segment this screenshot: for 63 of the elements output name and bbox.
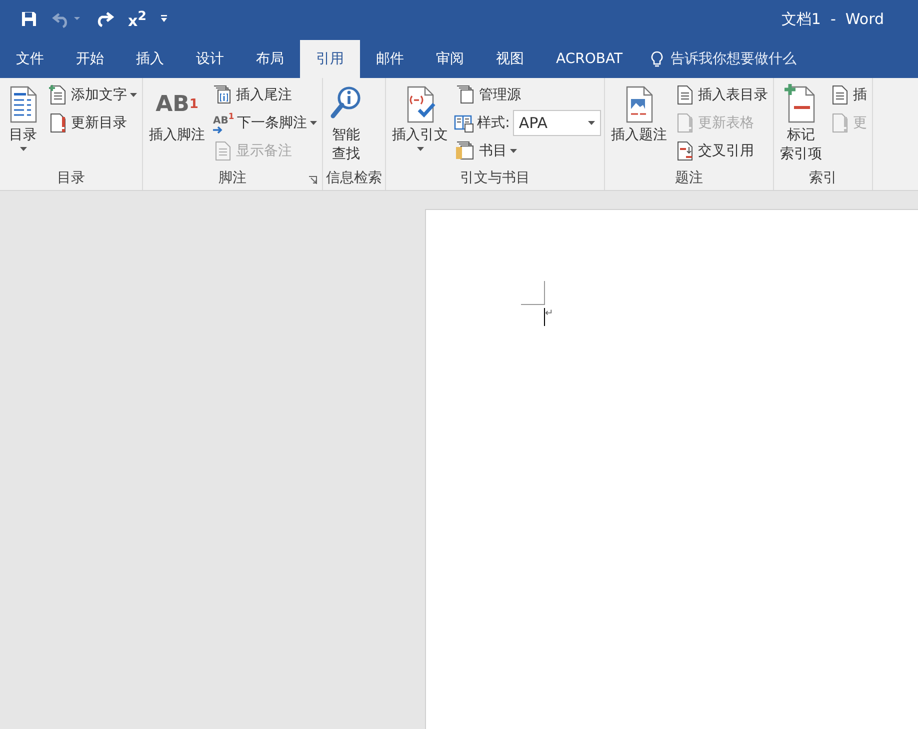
ribbon-tab[interactable]: 视图 [480, 40, 540, 78]
ribbon-button[interactable]: 更新目录 [46, 110, 139, 136]
ribbon-tab[interactable]: 邮件 [360, 40, 420, 78]
ribbon-button[interactable]: 插入尾注 [211, 82, 320, 108]
ribbon-button[interactable]: 插入表目录 [672, 82, 770, 108]
window-title: 文档1 - Word [781, 10, 884, 28]
caret-icon [20, 147, 26, 151]
ribbon-tab[interactable]: 审阅 [420, 40, 480, 78]
ribbon-tab[interactable]: 文件 [0, 40, 60, 78]
document-icon [674, 141, 695, 161]
style-label: 样式: [477, 114, 510, 132]
ribbon-button[interactable]: 管理源 [454, 82, 601, 108]
document-icon [830, 85, 850, 105]
ribbon-button[interactable]: 目录 [3, 82, 43, 153]
ribbon-button[interactable]: 插入题注 [608, 82, 670, 147]
tell-me-field[interactable]: 告诉我你想要做什么 [668, 50, 842, 68]
document-icon [48, 85, 68, 105]
style-dropdown[interactable]: APA [512, 110, 601, 136]
ribbon-button[interactable]: 插入引文 [389, 82, 452, 153]
ribbon-button[interactable]: 交叉引用 [672, 138, 770, 164]
lightbulb-icon [650, 50, 662, 68]
document-icon [456, 85, 476, 105]
customize-icon[interactable] [160, 15, 168, 23]
book-icon [454, 113, 474, 133]
footnote-icon: AB$^{1}$ [156, 84, 198, 124]
ribbon-button[interactable]: 书目 [454, 138, 601, 164]
document-icon [830, 113, 850, 133]
caret-icon [588, 121, 595, 125]
ribbon-button[interactable]: AB$^{1}$ 下一条脚注 [211, 110, 320, 136]
caret-icon [130, 93, 137, 97]
ribbon-tab[interactable]: 开始 [60, 40, 120, 78]
ribbon-tab[interactable]: 引用 [300, 40, 360, 78]
document-icon [48, 113, 68, 133]
group-label: 目录 [57, 169, 85, 187]
dialog-launcher-icon[interactable] [309, 176, 318, 184]
text-cursor [544, 308, 545, 326]
group-label: 脚注 [218, 169, 247, 187]
document-icon [674, 113, 695, 133]
save-icon[interactable] [20, 10, 38, 28]
document-icon [674, 85, 695, 105]
ribbon-button[interactable]: 插 [828, 82, 869, 108]
caret-icon [510, 149, 518, 153]
superscript-button[interactable]: x$^{2}$ [128, 8, 146, 30]
ribbon-tab[interactable]: 插入 [120, 40, 180, 78]
ribbon-button[interactable]: 标记 索引项 [776, 82, 825, 166]
caret-icon [416, 147, 424, 151]
document-icon [456, 141, 476, 161]
ribbon-tab[interactable]: ACROBAT [540, 40, 638, 78]
ribbon-button[interactable]: 智能 查找 [326, 82, 366, 166]
ribbon-button[interactable]: 添加文字 [46, 82, 139, 108]
group-label: 引文与书目 [460, 169, 530, 187]
ribbon-tab[interactable]: 布局 [240, 40, 300, 78]
margin-corner-mark [521, 281, 545, 305]
group-label: 索引 [808, 169, 837, 187]
ribbon-button[interactable]: AB$^{1}$ 插入脚注 [146, 82, 208, 147]
ribbon-tab[interactable]: 设计 [180, 40, 240, 78]
document-page[interactable]: ↵ [425, 209, 918, 729]
caret-icon [310, 121, 318, 125]
document-icon [213, 141, 233, 161]
document-icon [213, 85, 233, 105]
paragraph-mark: ↵ [545, 308, 554, 319]
group-label: 题注 [674, 169, 703, 187]
group-label: 信息检索 [326, 169, 382, 187]
